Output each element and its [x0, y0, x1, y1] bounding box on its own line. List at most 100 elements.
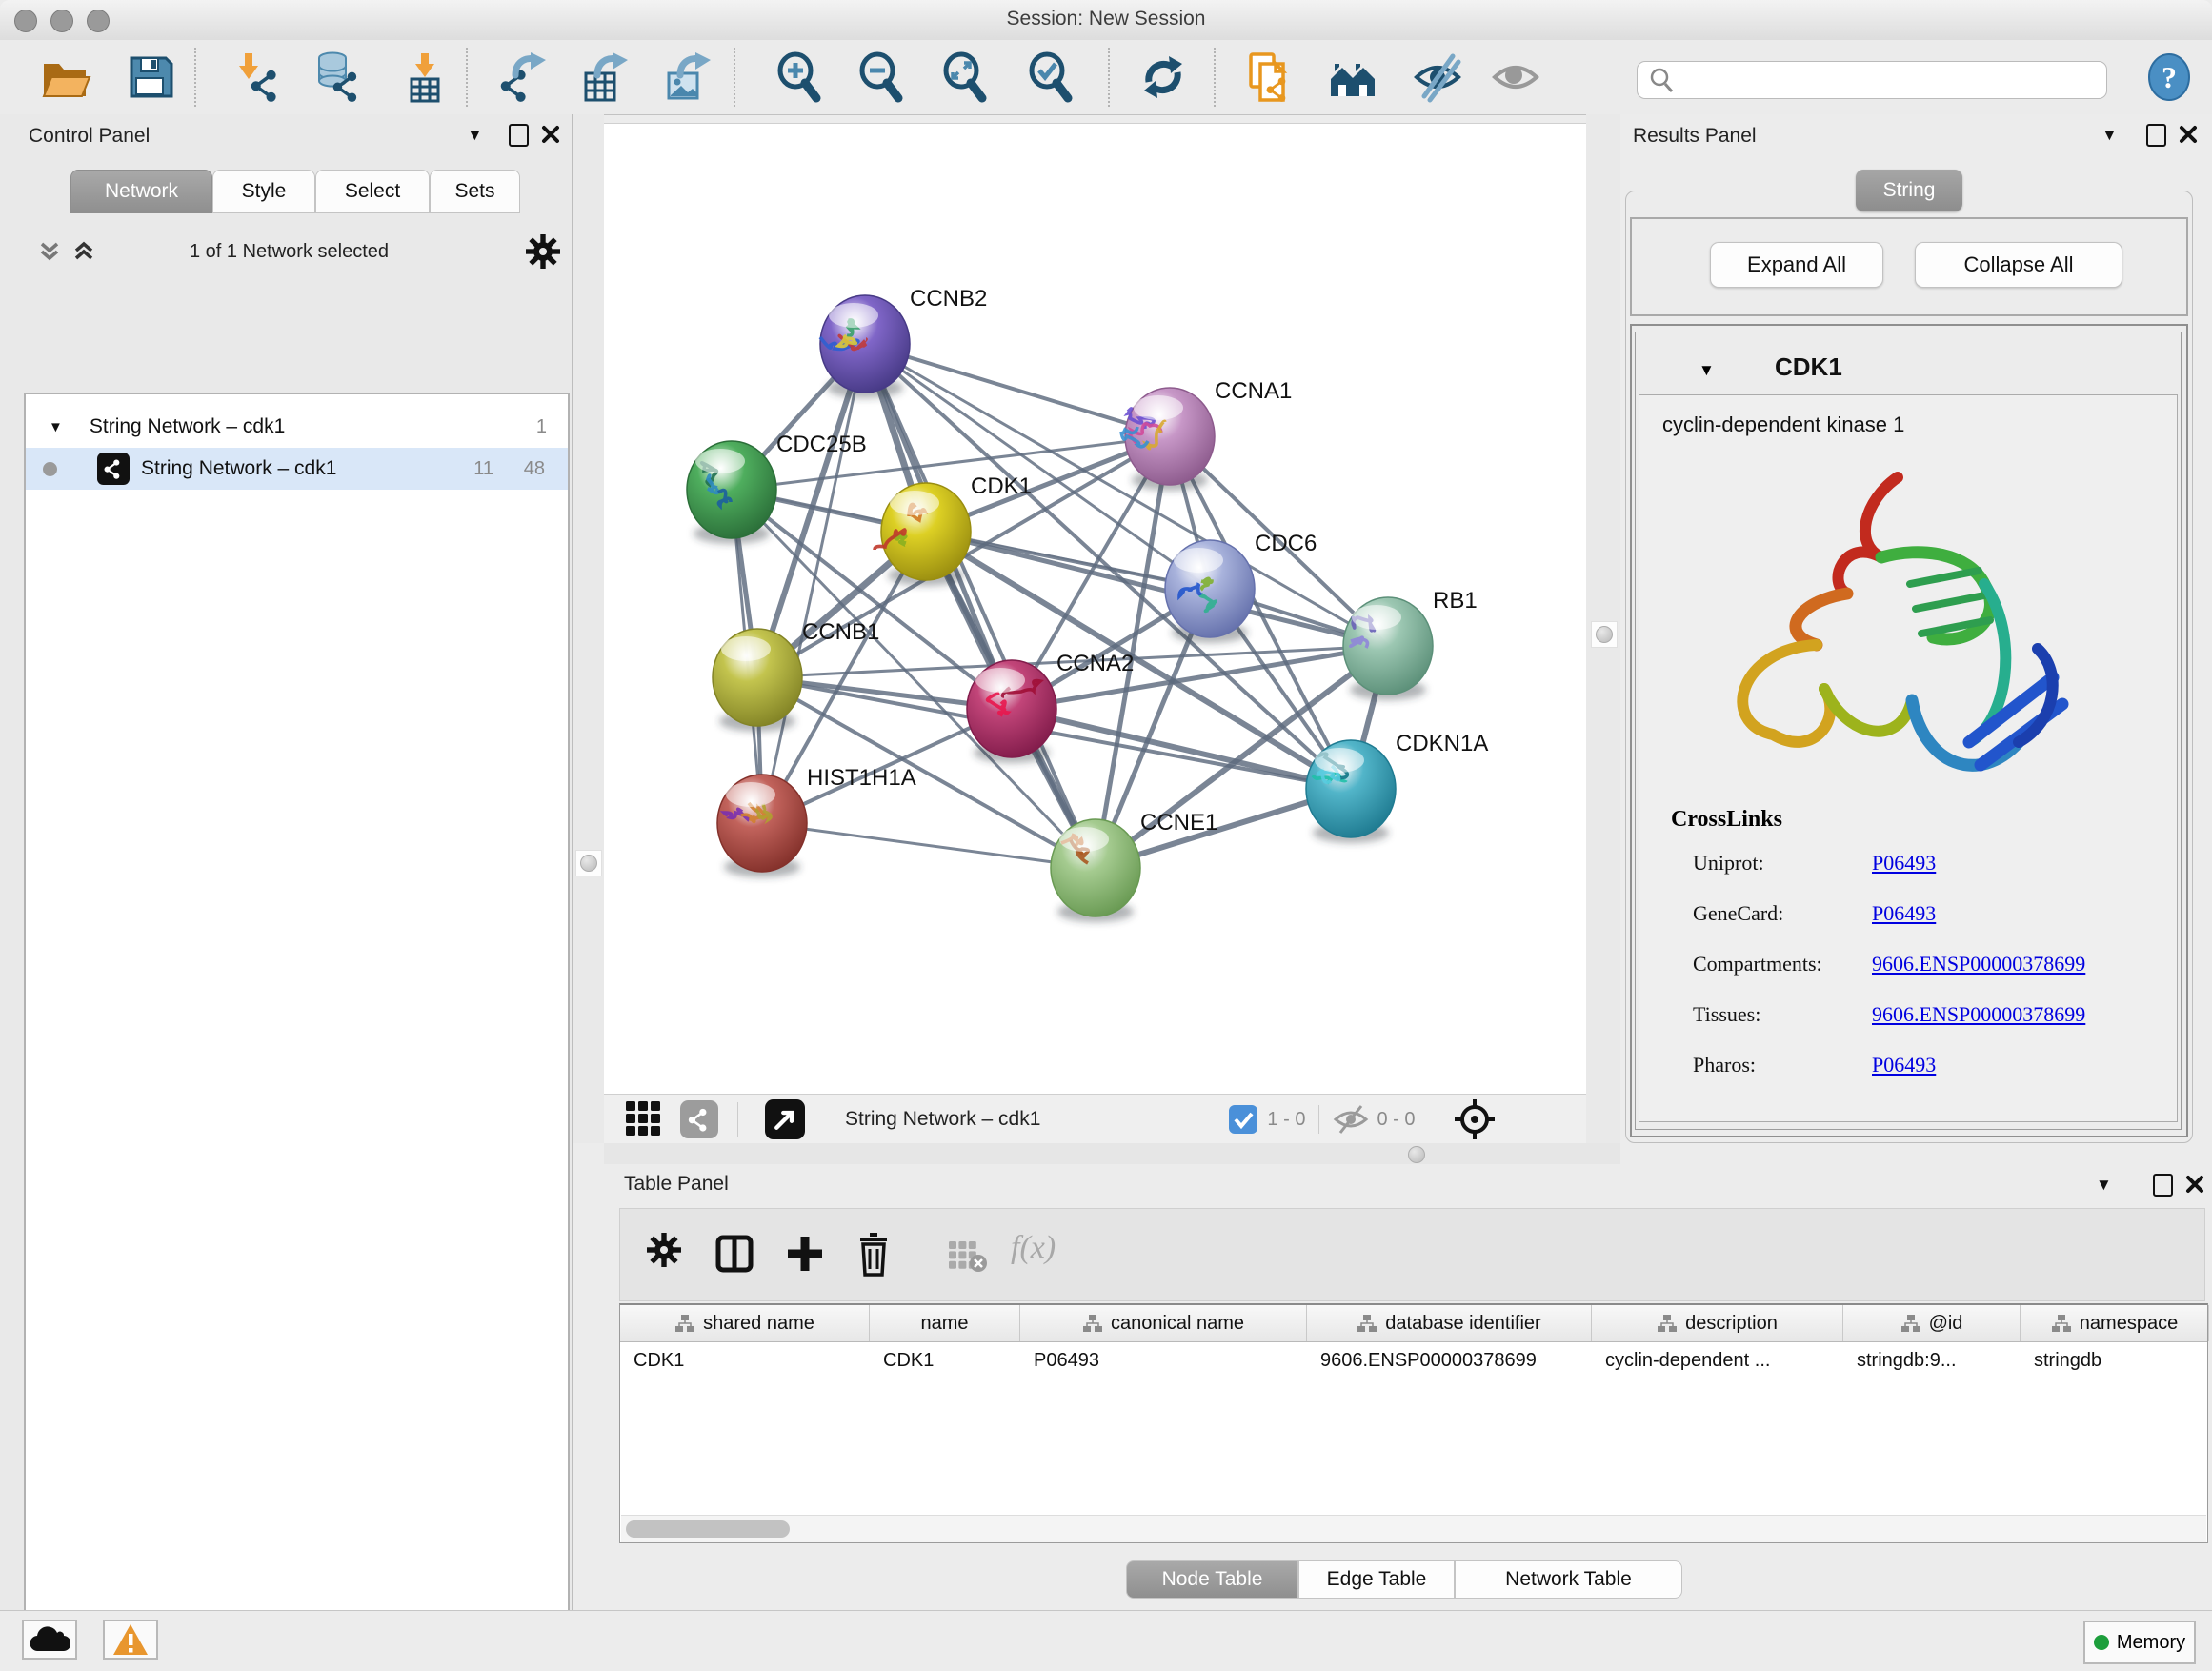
node-HIST1H1A[interactable]: HIST1H1A: [717, 765, 916, 877]
network-share-icon[interactable]: [680, 1100, 718, 1138]
node-table[interactable]: shared namenamecanonical namedatabase id…: [619, 1303, 2208, 1543]
export-image-icon[interactable]: [662, 50, 717, 105]
open-session-icon[interactable]: [39, 50, 94, 105]
node-CDC6[interactable]: CDC6: [1165, 531, 1317, 643]
control-panel-maximize-icon[interactable]: [509, 124, 529, 147]
results-panel-float-icon[interactable]: ▼: [2101, 126, 2118, 145]
export-table-icon[interactable]: [579, 50, 634, 105]
table-cell[interactable]: stringdb: [2021, 1342, 2209, 1379]
collapse-all-networks-icon[interactable]: [36, 238, 63, 265]
node-CCNE1[interactable]: CCNE1: [1051, 810, 1217, 922]
column-header-canonical-name[interactable]: canonical name: [1020, 1305, 1307, 1341]
splitter-handle-dot[interactable]: [580, 855, 597, 872]
delete-columns-icon[interactable]: [855, 1231, 893, 1277]
tab-select[interactable]: Select: [315, 170, 430, 213]
clone-network-icon[interactable]: [1242, 50, 1297, 105]
search-input[interactable]: [1676, 69, 2099, 91]
crosslink-link[interactable]: 9606.ENSP00000378699: [1872, 1002, 2085, 1027]
column-header-name[interactable]: name: [870, 1305, 1020, 1341]
results-panel-close-icon[interactable]: [2179, 125, 2198, 144]
node-CCNB1[interactable]: CCNB1: [713, 619, 879, 732]
tab-network[interactable]: Network: [70, 170, 212, 213]
show-columns-icon[interactable]: [714, 1233, 755, 1275]
column-header-description[interactable]: description: [1592, 1305, 1843, 1341]
fit-content-crosshair-icon[interactable]: [1453, 1097, 1497, 1141]
node-RB1[interactable]: RB1: [1343, 588, 1478, 700]
column-header-database-identifier[interactable]: database identifier: [1307, 1305, 1592, 1341]
control-panel-float-icon[interactable]: ▼: [467, 126, 483, 145]
splitter-handle-dot[interactable]: [1408, 1146, 1425, 1163]
cloud-button[interactable]: [22, 1620, 77, 1660]
open-in-window-icon[interactable]: [765, 1099, 805, 1139]
table-panel-float-icon[interactable]: ▼: [2096, 1176, 2112, 1195]
tab-string[interactable]: String: [1856, 170, 1962, 211]
network-graph[interactable]: CCNB2 CCNA1 CDC25B CDK1 CDC6 R: [604, 124, 1586, 1095]
column-header-at-id[interactable]: @id: [1843, 1305, 2021, 1341]
crosslink-link[interactable]: P06493: [1872, 901, 1936, 926]
scrollbar-thumb[interactable]: [626, 1520, 790, 1538]
table-cell[interactable]: cyclin-dependent ...: [1592, 1342, 1843, 1379]
table-cell[interactable]: 9606.ENSP00000378699: [1307, 1342, 1592, 1379]
right-splitter[interactable]: [1586, 114, 1620, 1143]
tab-node-table[interactable]: Node Table: [1126, 1560, 1298, 1599]
network-collection-row[interactable]: ▼ String Network – cdk1 1: [26, 406, 568, 448]
zoom-selected-icon[interactable]: [1023, 50, 1078, 105]
splitter-handle-dot[interactable]: [1596, 626, 1613, 643]
collapse-all-button[interactable]: Collapse All: [1915, 242, 2122, 288]
control-panel-close-icon[interactable]: [541, 125, 560, 144]
table-cell[interactable]: P06493: [1020, 1342, 1307, 1379]
table-cell[interactable]: CDK1: [620, 1342, 870, 1379]
node-CCNA2[interactable]: CCNA2: [967, 651, 1134, 763]
refresh-view-icon[interactable]: [1136, 50, 1191, 105]
tab-edge-table[interactable]: Edge Table: [1298, 1560, 1455, 1599]
export-network-icon[interactable]: [497, 50, 553, 105]
edge-CCNB2-CCNA1[interactable]: [865, 344, 1170, 436]
network-options-gear-icon[interactable]: [526, 234, 560, 269]
edge-CDK1-RB1[interactable]: [926, 532, 1388, 646]
first-neighbors-icon[interactable]: [1326, 50, 1381, 105]
import-table-file-icon[interactable]: [397, 50, 452, 105]
table-header-row[interactable]: shared namenamecanonical namedatabase id…: [620, 1305, 2207, 1342]
table-cell[interactable]: CDK1: [870, 1342, 1020, 1379]
expand-all-networks-icon[interactable]: [70, 238, 97, 265]
collection-expand-triangle-icon[interactable]: ▼: [49, 419, 63, 435]
save-session-icon[interactable]: [123, 50, 178, 105]
column-header-namespace[interactable]: namespace: [2021, 1305, 2209, 1341]
table-cell[interactable]: stringdb:9...: [1843, 1342, 2021, 1379]
zoom-out-icon[interactable]: [854, 50, 909, 105]
search-box[interactable]: [1637, 61, 2107, 99]
crosslink-link[interactable]: P06493: [1872, 1053, 1936, 1077]
create-column-icon[interactable]: [784, 1233, 826, 1275]
protein-collapse-triangle-icon[interactable]: ▼: [1699, 361, 1715, 380]
network-row[interactable]: String Network – cdk1 11 48: [26, 448, 568, 490]
network-canvas[interactable]: CCNB2 CCNA1 CDC25B CDK1 CDC6 R: [604, 123, 1586, 1095]
column-header-shared-name[interactable]: shared name: [620, 1305, 870, 1341]
birdseye-grid-icon[interactable]: [625, 1100, 663, 1138]
selected-checkbox-icon[interactable]: [1229, 1105, 1257, 1134]
table-options-gear-icon[interactable]: [647, 1233, 681, 1267]
zoom-fit-icon[interactable]: [937, 50, 993, 105]
crosslink-link[interactable]: 9606.ENSP00000378699: [1872, 952, 2085, 976]
tab-sets[interactable]: Sets: [430, 170, 520, 213]
crosslink-link[interactable]: P06493: [1872, 851, 1936, 876]
import-network-database-icon[interactable]: [311, 50, 366, 105]
table-horizontal-scrollbar[interactable]: [621, 1515, 2206, 1542]
warnings-button[interactable]: [103, 1620, 158, 1660]
node-CDKN1A[interactable]: CDKN1A: [1306, 731, 1488, 843]
import-network-file-icon[interactable]: [231, 50, 286, 105]
tab-network-table[interactable]: Network Table: [1455, 1560, 1682, 1599]
expand-all-button[interactable]: Expand All: [1710, 242, 1883, 288]
help-icon[interactable]: ?: [2142, 50, 2197, 105]
results-panel-maximize-icon[interactable]: [2146, 124, 2166, 147]
table-row[interactable]: CDK1CDK1P064939606.ENSP00000378699cyclin…: [620, 1342, 2207, 1379]
edge-CCNA2-CDKN1A[interactable]: [1012, 709, 1351, 789]
table-panel-maximize-icon[interactable]: [2153, 1174, 2173, 1197]
zoom-in-icon[interactable]: [772, 50, 827, 105]
table-panel-close-icon[interactable]: [2185, 1175, 2204, 1194]
show-all-icon[interactable]: [1488, 50, 1543, 105]
memory-button[interactable]: Memory: [2083, 1621, 2196, 1664]
hide-selected-icon[interactable]: [1410, 50, 1465, 105]
tab-style[interactable]: Style: [212, 170, 315, 213]
left-splitter[interactable]: [573, 114, 604, 1143]
edge-HIST1H1A-CCNE1[interactable]: [762, 823, 1096, 868]
